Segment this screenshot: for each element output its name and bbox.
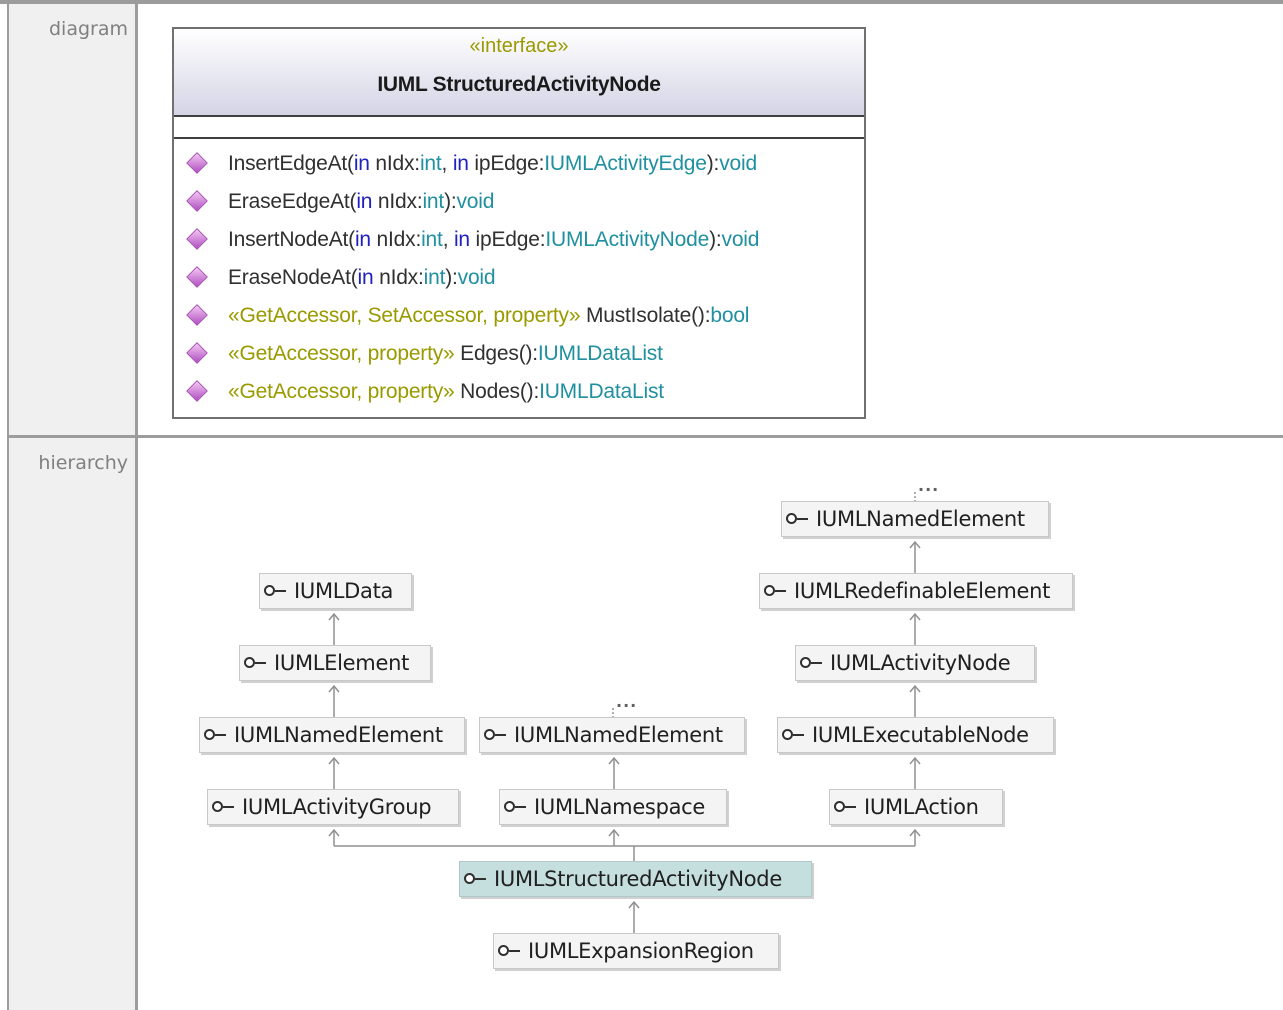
interface-icon — [834, 799, 864, 815]
interface-icon — [212, 799, 242, 815]
interface-icon — [504, 799, 534, 815]
node-iumlexecutablenode[interactable]: IUMLExecutableNode — [777, 717, 1054, 753]
interface-icon — [204, 727, 234, 743]
hierarchy-connectors — [328, 490, 921, 934]
interface-icon — [244, 655, 274, 671]
node-iumlnamedelement-left[interactable]: IUMLNamedElement — [199, 717, 465, 753]
node-iumlactivitygroup[interactable]: IUMLActivityGroup — [207, 789, 459, 825]
node-iumlexpansionregion[interactable]: IUMLExpansionRegion — [493, 933, 779, 969]
interface-icon — [484, 727, 514, 743]
node-iumlnamespace[interactable]: IUMLNamespace — [499, 789, 727, 825]
interface-icon — [464, 871, 494, 887]
node-iumlaction[interactable]: IUMLAction — [829, 789, 1003, 825]
interface-icon — [498, 943, 528, 959]
interface-icon — [782, 727, 812, 743]
node-iumlactivitynode[interactable]: IUMLActivityNode — [795, 645, 1035, 681]
interface-icon — [800, 655, 830, 671]
node-iumldata[interactable]: IUMLData — [259, 573, 412, 609]
node-iumlstructuredactivitynode[interactable]: IUMLStructuredActivityNode — [459, 861, 812, 897]
interface-icon — [264, 583, 294, 599]
node-iumlnamedelement-right[interactable]: IUMLNamedElement — [781, 501, 1049, 537]
node-iumlelement[interactable]: IUMLElement — [239, 645, 431, 681]
node-iumlnamedelement-mid[interactable]: IUMLNamedElement — [479, 717, 745, 753]
interface-icon — [764, 583, 794, 599]
interface-icon — [786, 511, 816, 527]
more-ancestors-right[interactable]: ... — [918, 476, 939, 495]
node-iumlredefinableelement[interactable]: IUMLRedefinableElement — [759, 573, 1073, 609]
more-ancestors-mid[interactable]: ... — [616, 692, 637, 711]
